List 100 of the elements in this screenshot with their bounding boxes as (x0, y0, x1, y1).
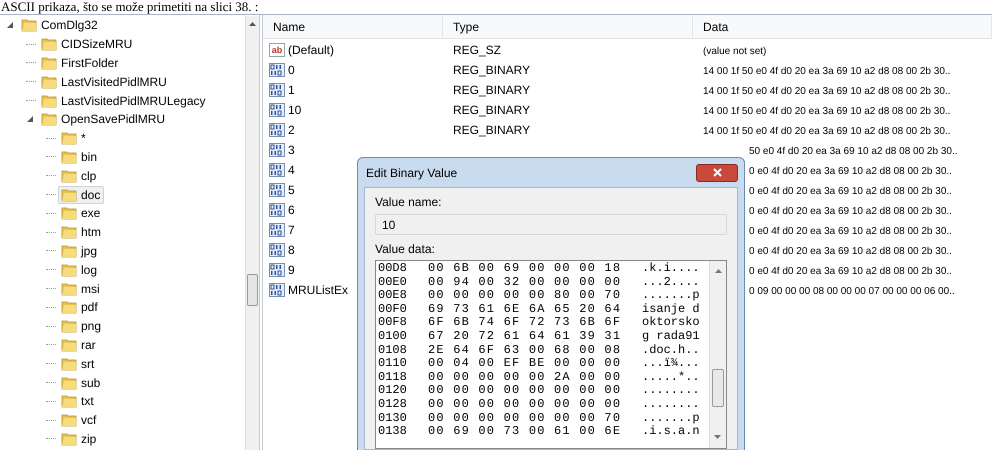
expander-icon[interactable] (26, 115, 34, 124)
binary-value-icon (269, 163, 285, 177)
tree-item[interactable]: rar (58, 336, 100, 354)
folder-icon (61, 300, 77, 314)
binary-value-icon (269, 183, 285, 197)
scroll-thumb[interactable] (247, 274, 258, 306)
folder-icon (61, 432, 77, 446)
hex-offset: 00F0 (378, 302, 408, 316)
value-data: 0 e0 4f d0 20 ea 3a 69 10 a2 d8 08 00 2b 30.. (749, 266, 952, 277)
hex-offset: 0128 (378, 398, 408, 412)
tree-item[interactable]: log (58, 260, 102, 279)
column-header[interactable]: Data (693, 15, 992, 38)
tree-item[interactable]: ComDlg32 (18, 16, 102, 34)
folder-icon (61, 356, 77, 371)
value-name: (Default) (288, 42, 334, 59)
tree-item[interactable]: FirstFolder (38, 54, 122, 72)
scroll-down-icon[interactable] (714, 435, 721, 439)
tree-item[interactable]: LastVisitedPidlMRU (38, 72, 171, 91)
hex-offset: 0110 (378, 357, 408, 371)
hex-bytes: 00 00 00 00 00 2A 00 00 (428, 370, 622, 384)
value-name-field[interactable]: 10 (375, 214, 727, 235)
scroll-up-icon[interactable] (714, 269, 722, 273)
folder-icon (61, 262, 77, 277)
binary-value-icon (269, 203, 285, 217)
folder-icon (61, 168, 77, 183)
hex-ascii: oktorsko (642, 316, 700, 330)
tree-item[interactable]: srt (58, 354, 98, 373)
hex-offset: 00E0 (378, 276, 408, 290)
value-name: 3 (288, 142, 295, 159)
close-button[interactable] (696, 164, 738, 182)
folder-icon (21, 18, 37, 32)
tree-item[interactable]: txt (58, 392, 98, 410)
value-name: 4 (288, 162, 295, 179)
document-caption: ASCII prikaza, što se može primetiti na slici 38. : (1, 0, 258, 14)
hex-bytes: 00 04 00 EF BE 00 00 00 (428, 357, 622, 371)
column-header[interactable]: Name (263, 15, 443, 38)
value-data: 14 00 1f 50 e0 4f d0 20 ea 3a 69 10 a2 d8 08 00 2b 30.. (703, 66, 950, 77)
hex-ascii: ...ï¾... (642, 357, 700, 371)
value-name: 2 (288, 122, 295, 139)
folder-icon (61, 394, 77, 408)
scrollbar[interactable] (709, 261, 726, 448)
folder-icon (61, 413, 77, 428)
dialog-title: Edit Binary Value (365, 164, 458, 182)
folder-icon (41, 112, 57, 126)
binary-value-icon (269, 283, 285, 297)
scrollbar[interactable] (245, 16, 259, 450)
folder-icon (61, 376, 77, 390)
hex-offset: 00F8 (378, 316, 408, 330)
tree-item[interactable]: doc (58, 186, 104, 204)
tree-item[interactable]: clp (58, 166, 100, 185)
tree-item[interactable]: msi (58, 280, 104, 298)
value-data: 14 00 1f 50 e0 4f d0 20 ea 3a 69 10 a2 d8 08 00 2b 30.. (703, 126, 950, 137)
folder-icon (41, 94, 57, 108)
tree-item[interactable]: png (58, 317, 106, 336)
tree-item[interactable]: jpg (58, 242, 102, 260)
tree-item[interactable]: vcf (58, 411, 100, 430)
tree-item[interactable]: sub (58, 374, 104, 392)
hex-ascii: ........ (642, 384, 700, 398)
value-name: 7 (288, 222, 295, 239)
folder-icon (41, 74, 57, 89)
tree-item[interactable]: htm (58, 223, 106, 242)
hex-bytes: 2E 64 6F 63 00 68 00 08 (428, 344, 622, 358)
tree-item[interactable]: pdf (58, 298, 102, 316)
hex-bytes: 69 73 61 6E 6A 65 20 64 (428, 302, 622, 316)
tree-item[interactable]: exe (58, 204, 104, 222)
binary-value-icon (269, 243, 285, 257)
scroll-thumb[interactable] (712, 369, 724, 407)
hex-bytes: 00 6B 00 69 00 00 00 18 (428, 262, 622, 276)
tree-item[interactable]: * (58, 129, 90, 148)
hex-ascii: isanje d (642, 302, 700, 316)
scroll-up-icon[interactable] (249, 22, 256, 26)
hex-editor[interactable] (375, 260, 727, 449)
folder-icon (61, 150, 77, 164)
folder-icon (41, 37, 57, 52)
hex-offset: 00D8 (378, 262, 408, 276)
binary-value-icon (269, 223, 285, 237)
tree-item[interactable]: CIDSizeMRU (38, 35, 136, 54)
tree-item[interactable]: bin (58, 148, 102, 166)
column-header[interactable]: Type (443, 15, 693, 38)
binary-value-icon (269, 123, 285, 137)
value-name: MRUListEx (288, 282, 348, 299)
hex-ascii: .....*.. (642, 370, 700, 384)
hex-bytes: 00 94 00 32 00 00 00 00 (428, 276, 622, 290)
value-name: 10 (288, 102, 302, 119)
tree-item[interactable]: LastVisitedPidlMRULegacy (38, 92, 210, 110)
hex-offset: 0138 (378, 425, 408, 439)
folder-icon (61, 225, 77, 240)
value-name: 8 (288, 242, 295, 259)
value-data: 0 e0 4f d0 20 ea 3a 69 10 a2 d8 08 00 2b 30.. (749, 206, 952, 217)
tree-item[interactable]: zip (58, 430, 100, 448)
hex-offset: 0108 (378, 344, 408, 358)
folder-icon (61, 338, 77, 352)
folder-icon (41, 56, 57, 70)
value-data: 0 e0 4f d0 20 ea 3a 69 10 a2 d8 08 00 2b 30.. (749, 186, 952, 197)
expander-icon[interactable] (6, 21, 14, 30)
hex-ascii: .k.i.... (642, 262, 700, 276)
value-data: 0 e0 4f d0 20 ea 3a 69 10 a2 d8 08 00 2b 30.. (749, 166, 952, 177)
binary-value-icon (269, 63, 285, 77)
value-name-label: Value name: (375, 194, 442, 211)
tree-item[interactable]: OpenSavePidlMRU (38, 110, 170, 128)
